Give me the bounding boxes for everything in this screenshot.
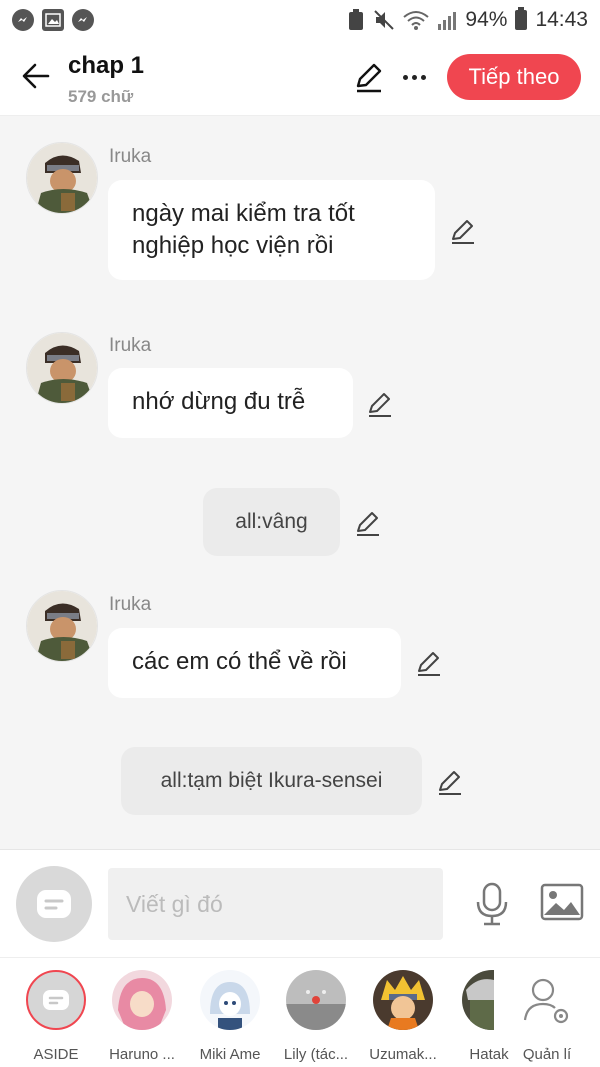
chat-area[interactable]: Iruka ngày mai kiểm tra tốt nghiệp học v…: [0, 116, 600, 849]
manage-characters-button[interactable]: Quản lí: [508, 968, 586, 1064]
narration-text: all:tạm biệt Ikura-sensei: [160, 769, 383, 792]
message-line: nghiệp học viện rồi: [132, 232, 334, 259]
pencil-icon: [418, 652, 440, 676]
character-label: ASIDE: [33, 1046, 79, 1063]
avatar: [462, 970, 494, 1030]
gallery-notification-icon: [42, 9, 64, 31]
dot-icon: [420, 74, 426, 80]
avatar-iruka[interactable]: [26, 332, 98, 404]
character-uzumaki[interactable]: Uzumak...: [364, 968, 442, 1064]
message-bubble[interactable]: nhớ dừng đu trễ: [108, 368, 353, 438]
speaker-name: Iruka: [109, 594, 152, 615]
avatar: [286, 970, 346, 1030]
character-label: Miki Ame: [199, 1046, 261, 1063]
edit-message-button[interactable]: [365, 389, 395, 419]
edit-title-button[interactable]: [352, 60, 386, 94]
microphone-button[interactable]: [472, 882, 512, 926]
header: chap 1 579 chữ Tiếp theo: [0, 40, 600, 116]
character-miki-ame[interactable]: Miki Ame: [191, 968, 269, 1064]
edit-message-button[interactable]: [353, 508, 383, 538]
clock: 14:43: [535, 8, 588, 31]
message-line: các em có thể về rồi: [132, 648, 347, 675]
character-label: Haruno ...: [109, 1046, 175, 1063]
avatar: [112, 970, 172, 1030]
more-options-button[interactable]: [398, 60, 430, 94]
input-bar: [0, 849, 600, 957]
edit-message-button[interactable]: [435, 767, 465, 797]
back-button[interactable]: [18, 58, 54, 94]
pencil-icon: [452, 220, 474, 244]
narration-text: all:vâng: [235, 510, 308, 533]
pencil-icon: [357, 512, 379, 536]
character-label: Uzumak...: [369, 1046, 437, 1063]
pencil-icon: [356, 63, 382, 93]
messenger-notification-icon: [12, 9, 34, 31]
next-button[interactable]: Tiếp theo: [447, 54, 581, 100]
messenger-notification-icon: [72, 9, 94, 31]
aside-toggle-button[interactable]: [16, 866, 92, 942]
narration-bubble[interactable]: all:vâng: [203, 488, 340, 556]
word-count: 579 chữ: [68, 87, 134, 106]
message-input[interactable]: [108, 868, 443, 940]
avatar-iruka[interactable]: [26, 590, 98, 662]
character-haruno[interactable]: Haruno ...: [103, 968, 181, 1064]
wifi-icon: [403, 11, 430, 30]
character-aside[interactable]: ASIDE: [17, 968, 95, 1064]
character-bar: ASIDE Haruno ... Miki Ame Lily (tác... U…: [0, 957, 600, 1067]
image-icon: [540, 883, 584, 921]
speaker-name: Iruka: [109, 335, 152, 356]
image-button[interactable]: [540, 882, 584, 922]
signal-icon: [438, 12, 457, 30]
character-lily[interactable]: Lily (tác...: [277, 968, 355, 1064]
message-line: nhớ dừng đu trễ: [132, 388, 306, 415]
recycle-icon: [349, 9, 364, 30]
manage-icon-wrap: [517, 970, 577, 1030]
aside-avatar: [26, 970, 86, 1030]
battery-percent: 94%: [465, 8, 508, 31]
microphone-icon: [476, 882, 508, 926]
battery-icon: [515, 7, 528, 30]
pencil-icon: [439, 771, 461, 795]
dot-icon: [402, 74, 408, 80]
character-label: Lily (tác...: [283, 1046, 349, 1063]
pencil-icon: [369, 393, 391, 417]
avatar-iruka[interactable]: [26, 142, 98, 214]
status-bar: 94% 14:43: [0, 0, 600, 40]
mute-icon: [374, 10, 395, 30]
message-bubble[interactable]: các em có thể về rồi: [108, 628, 401, 698]
chat-bubble-icon: [37, 890, 71, 918]
arrow-left-icon: [22, 63, 50, 89]
dot-icon: [411, 74, 417, 80]
chapter-title: chap 1: [68, 52, 145, 79]
chat-bubble-icon: [43, 990, 69, 1010]
avatar: [373, 970, 433, 1030]
edit-message-button[interactable]: [448, 216, 478, 246]
character-label: Quản lí: [522, 1046, 572, 1063]
user-settings-icon: [523, 978, 569, 1024]
speaker-name: Iruka: [109, 146, 152, 167]
narration-bubble[interactable]: all:tạm biệt Ikura-sensei: [121, 747, 422, 815]
avatar: [200, 970, 260, 1030]
message-line: ngày mai kiểm tra tốt: [132, 200, 355, 227]
edit-message-button[interactable]: [414, 648, 444, 678]
message-bubble[interactable]: ngày mai kiểm tra tốt nghiệp học viện rồ…: [108, 180, 435, 280]
